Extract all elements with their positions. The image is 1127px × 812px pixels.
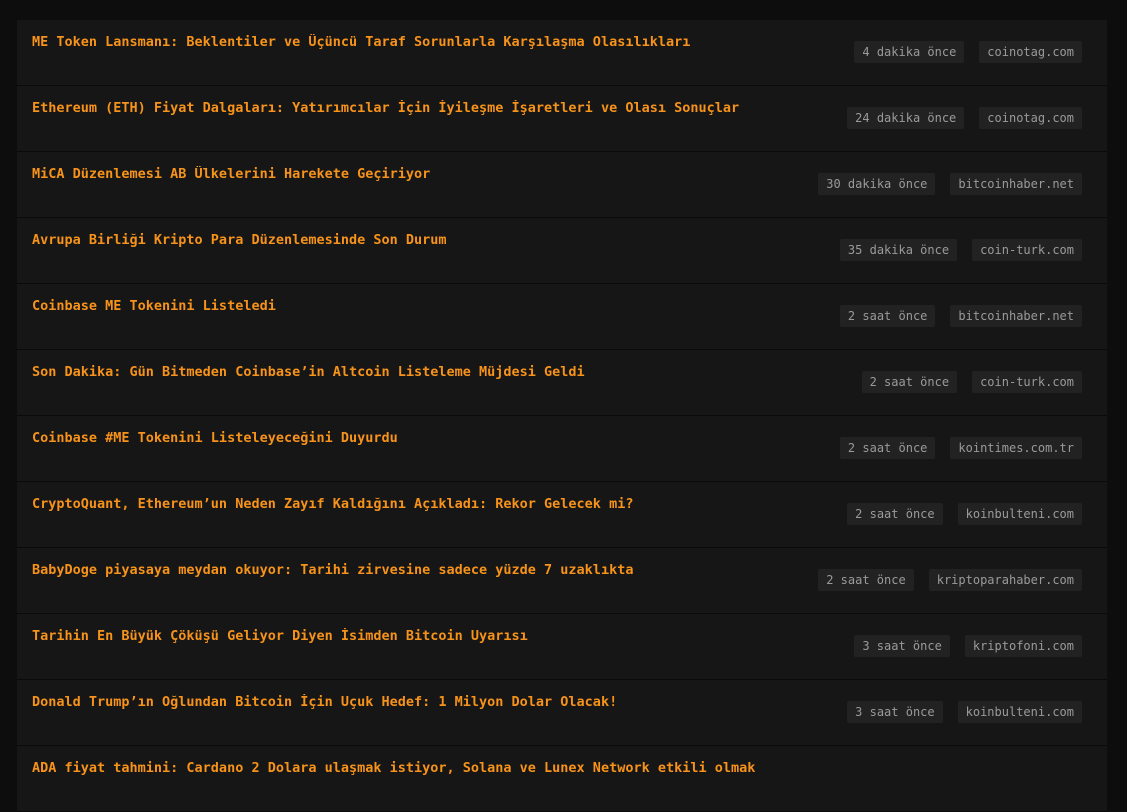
news-title[interactable]: Donald Trump’ın Oğlundan Bitcoin İçin Uç…	[32, 694, 617, 710]
news-title[interactable]: Tarihin En Büyük Çöküşü Geliyor Diyen İs…	[32, 628, 528, 644]
news-row[interactable]: Avrupa Birliği Kripto Para Düzenlemesind…	[17, 218, 1107, 284]
news-meta: 3 saat önce kriptofoni.com	[854, 635, 1082, 657]
news-row[interactable]: BabyDoge piyasaya meydan okuyor: Tarihi …	[17, 548, 1107, 614]
source-badge[interactable]: kriptofoni.com	[964, 635, 1082, 657]
news-row[interactable]: ADA fiyat tahmini: Cardano 2 Dolara ulaş…	[17, 746, 1107, 812]
news-title[interactable]: Coinbase #ME Tokenini Listeleyeceğini Du…	[32, 430, 398, 446]
news-row[interactable]: Tarihin En Büyük Çöküşü Geliyor Diyen İs…	[17, 614, 1107, 680]
news-meta: 2 saat önce coin-turk.com	[861, 371, 1082, 393]
news-meta: 2 saat önce koinbulteni.com	[847, 503, 1082, 525]
news-row[interactable]: Coinbase ME Tokenini Listeledi 2 saat ön…	[17, 284, 1107, 350]
time-badge: 2 saat önce	[847, 503, 943, 525]
time-badge: 2 saat önce	[839, 305, 936, 327]
news-meta: 2 saat önce bitcoinhaber.net	[839, 305, 1082, 327]
news-row[interactable]: Ethereum (ETH) Fiyat Dalgaları: Yatırımc…	[17, 86, 1107, 152]
time-badge: 3 saat önce	[854, 635, 950, 657]
news-row[interactable]: Son Dakika: Gün Bitmeden Coinbase’in Alt…	[17, 350, 1107, 416]
source-badge[interactable]: koinbulteni.com	[957, 503, 1082, 525]
news-title[interactable]: Avrupa Birliği Kripto Para Düzenlemesind…	[32, 232, 447, 248]
news-meta: 30 dakika önce bitcoinhaber.net	[818, 173, 1082, 195]
news-title[interactable]: ME Token Lansmanı: Beklentiler ve Üçüncü…	[32, 34, 690, 50]
source-badge[interactable]: coinotag.com	[979, 41, 1082, 63]
source-badge[interactable]: kriptoparahaber.com	[928, 569, 1082, 591]
time-badge: 35 dakika önce	[839, 239, 958, 261]
source-badge[interactable]: bitcoinhaber.net	[950, 305, 1082, 327]
news-title[interactable]: BabyDoge piyasaya meydan okuyor: Tarihi …	[32, 562, 633, 578]
time-badge: 30 dakika önce	[818, 173, 936, 195]
news-title[interactable]: ADA fiyat tahmini: Cardano 2 Dolara ulaş…	[32, 760, 755, 776]
source-badge[interactable]: coin-turk.com	[972, 239, 1082, 261]
news-title[interactable]: MiCA Düzenlemesi AB Ülkelerini Harekete …	[32, 166, 430, 182]
news-row[interactable]: CryptoQuant, Ethereum’un Neden Zayıf Kal…	[17, 482, 1107, 548]
source-badge[interactable]: bitcoinhaber.net	[950, 173, 1082, 195]
news-meta: 24 dakika önce coinotag.com	[847, 107, 1082, 129]
time-badge: 2 saat önce	[839, 437, 936, 459]
news-title[interactable]: Ethereum (ETH) Fiyat Dalgaları: Yatırımc…	[32, 100, 739, 116]
source-badge[interactable]: coin-turk.com	[972, 371, 1082, 393]
news-meta: 35 dakika önce coin-turk.com	[839, 239, 1082, 261]
news-row[interactable]: Coinbase #ME Tokenini Listeleyeceğini Du…	[17, 416, 1107, 482]
news-meta: 3 saat önce koinbulteni.com	[847, 701, 1082, 723]
time-badge: 2 saat önce	[861, 371, 958, 393]
time-badge: 4 dakika önce	[854, 41, 965, 63]
news-row[interactable]: ME Token Lansmanı: Beklentiler ve Üçüncü…	[17, 20, 1107, 86]
news-meta: 2 saat önce kriptoparahaber.com	[818, 569, 1082, 591]
news-list: ME Token Lansmanı: Beklentiler ve Üçüncü…	[17, 20, 1107, 812]
news-title[interactable]: CryptoQuant, Ethereum’un Neden Zayıf Kal…	[32, 496, 633, 512]
source-badge[interactable]: coinotag.com	[979, 107, 1082, 129]
source-badge[interactable]: kointimes.com.tr	[950, 437, 1082, 459]
news-meta: 4 dakika önce coinotag.com	[854, 41, 1082, 63]
time-badge: 24 dakika önce	[847, 107, 965, 129]
news-title[interactable]: Coinbase ME Tokenini Listeledi	[32, 298, 276, 314]
news-meta: 2 saat önce kointimes.com.tr	[839, 437, 1082, 459]
time-badge: 2 saat önce	[818, 569, 914, 591]
news-row[interactable]: Donald Trump’ın Oğlundan Bitcoin İçin Uç…	[17, 680, 1107, 746]
news-title[interactable]: Son Dakika: Gün Bitmeden Coinbase’in Alt…	[32, 364, 585, 380]
news-row[interactable]: MiCA Düzenlemesi AB Ülkelerini Harekete …	[17, 152, 1107, 218]
time-badge: 3 saat önce	[847, 701, 943, 723]
source-badge[interactable]: koinbulteni.com	[957, 701, 1082, 723]
